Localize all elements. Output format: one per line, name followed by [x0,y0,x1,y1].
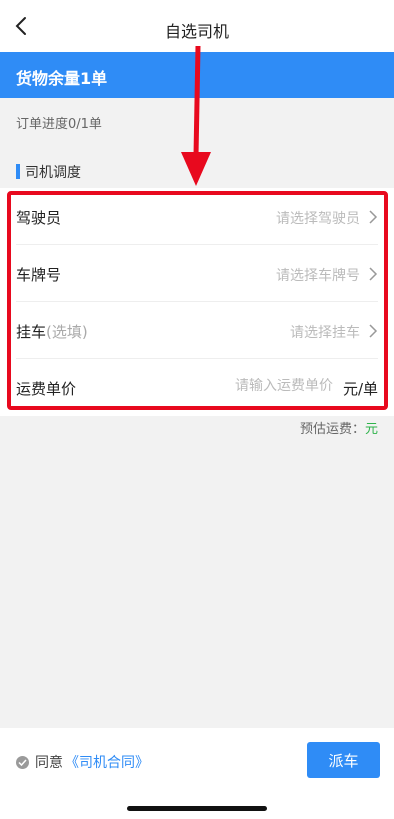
plate-row[interactable]: 车牌号 请选择车牌号 [16,245,378,302]
dispatch-button[interactable]: 派车 [307,742,380,778]
nav-bar: 自选司机 [0,0,394,52]
driver-contract-link[interactable]: 《司机合同》 [65,752,149,772]
trailer-row[interactable]: 挂车(选填) 请选择挂车 [16,302,378,359]
agree-label: 同意 [35,755,63,771]
chevron-right-icon [369,324,378,338]
price-input[interactable] [203,378,333,394]
estimated-freight: 预估运费：元 [300,418,378,437]
plate-select[interactable]: 请选择车牌号 [276,265,360,285]
driver-label: 驾驶员 [16,209,62,227]
section-title: 司机调度 [16,162,81,182]
footer-bar: 同意 《司机合同》 派车 [0,728,394,819]
price-unit: 元/单 [342,380,378,398]
check-circle-icon[interactable] [16,755,29,769]
page-title: 自选司机 [164,22,229,41]
home-indicator [127,806,267,811]
estimate-label: 预估运费： [299,422,365,437]
plate-label: 车牌号 [16,266,62,284]
trailer-select[interactable]: 请选择挂车 [290,322,360,342]
trailer-label: 挂车(选填) [16,321,88,342]
trailer-label-text: 挂车 [16,323,47,341]
driver-row[interactable]: 驾驶员 请选择驾驶员 [16,188,378,245]
order-progress: 订单进度0/1单 [16,117,102,132]
driver-select[interactable]: 请选择驾驶员 [276,208,360,228]
chevron-right-icon [369,267,378,281]
price-row: 运费单价 元/单 [16,359,378,416]
cargo-remaining-bar: 货物余量1单 [0,52,394,98]
optional-hint: (选填) [46,323,88,341]
estimate-value: 元 [364,422,378,437]
agreement[interactable]: 同意 《司机合同》 [16,752,149,772]
dispatch-form: 驾驶员 请选择驾驶员 车牌号 请选择车牌号 挂车(选填) 请选择挂车 运费单价 … [0,188,394,416]
chevron-right-icon [369,210,378,224]
price-label: 运费单价 [16,380,77,398]
